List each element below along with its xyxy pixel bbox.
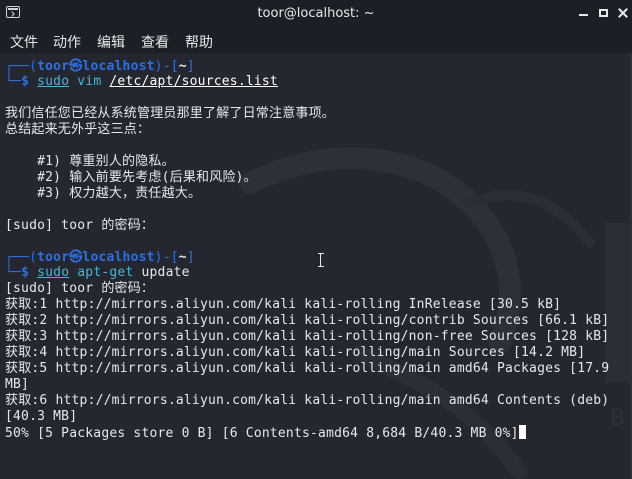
prompt-line-top: ┌──(toor㉿localhost)-[~] <box>5 59 195 75</box>
prompt-border: ] <box>186 59 195 74</box>
command-vim: vim <box>77 74 102 89</box>
output-line: 我们信任您已经从系统管理员那里了解了日常注意事项。 <box>5 106 336 121</box>
prompt-line-top: ┌──(toor㉿localhost)-[~] <box>5 250 195 266</box>
prompt-host: localhost <box>82 250 155 265</box>
output-line: MB] <box>5 377 30 392</box>
menu-help[interactable]: 帮助 <box>185 32 213 52</box>
prompt-border: )-[ <box>154 59 179 74</box>
menu-file[interactable]: 文件 <box>10 32 38 52</box>
terminal-window: toor@localhost: ~ 文件 动作 编辑 查看 帮助 B ┌──(t… <box>0 0 632 479</box>
prompt-at-icon: ㉿ <box>69 59 83 74</box>
terminal-output-area[interactable]: B ┌──(toor㉿localhost)-[~] └─$ sudo vim /… <box>0 53 632 479</box>
output-line: 获取:6 http://mirrors.aliyun.com/kali kali… <box>5 393 610 408</box>
password-prompt: [sudo] toor 的密码： <box>5 218 155 233</box>
command-sudo: sudo <box>37 265 70 280</box>
maximize-icon[interactable] <box>597 6 611 20</box>
minimize-icon[interactable] <box>577 6 591 20</box>
mouse-ibeam-cursor-icon <box>318 253 324 267</box>
output-line: #3) 权力越大，责任越大。 <box>5 186 202 201</box>
password-prompt: [sudo] toor 的密码： <box>5 281 155 296</box>
prompt-border: └─ <box>5 74 22 89</box>
output-line: 获取:2 http://mirrors.aliyun.com/kali kali… <box>5 313 610 328</box>
output-line: 获取:3 http://mirrors.aliyun.com/kali kali… <box>5 329 610 344</box>
close-icon[interactable] <box>616 6 630 20</box>
svg-text:B: B <box>610 406 625 431</box>
command-path: /etc/apt/sources.list <box>109 74 278 89</box>
prompt-border: ] <box>186 250 195 265</box>
output-line: 总结起来无外乎这三点： <box>5 122 151 137</box>
prompt-border: ┌──( <box>5 250 38 265</box>
prompt-user: toor <box>37 250 70 265</box>
command-apt-get: apt-get <box>77 265 134 280</box>
output-line: #2) 输入前要先考虑(后果和风险)。 <box>5 170 257 185</box>
prompt-at-icon: ㉿ <box>69 250 83 265</box>
command-line: └─$ sudo vim /etc/apt/sources.list <box>5 74 278 90</box>
prompt-border: └─ <box>5 265 22 280</box>
command-sudo: sudo <box>37 74 70 89</box>
output-line: #1) 尊重别人的隐私。 <box>5 154 175 169</box>
output-line: 获取:4 http://mirrors.aliyun.com/kali kali… <box>5 345 586 360</box>
prompt-dollar: $ <box>21 265 38 280</box>
command-line: └─$ sudo apt-get update <box>5 265 190 281</box>
output-line: 获取:5 http://mirrors.aliyun.com/kali kali… <box>5 361 610 376</box>
prompt-dollar: $ <box>21 74 38 89</box>
prompt-user: toor <box>37 59 70 74</box>
menu-edit[interactable]: 编辑 <box>97 32 125 52</box>
menu-view[interactable]: 查看 <box>141 32 169 52</box>
command-arg: update <box>141 265 190 280</box>
prompt-host: localhost <box>82 59 155 74</box>
menu-bar: 文件 动作 编辑 查看 帮助 <box>0 28 632 53</box>
output-line: [40.3 MB] <box>5 409 78 424</box>
output-line: 获取:1 http://mirrors.aliyun.com/kali kali… <box>5 297 562 312</box>
text-cursor <box>518 425 526 439</box>
prompt-cwd: ~ <box>178 250 187 265</box>
title-bar[interactable]: toor@localhost: ~ <box>0 0 632 28</box>
progress-line: 50% [5 Packages store 0 B] [6 Contents-a… <box>5 425 526 441</box>
prompt-border: ┌──( <box>5 59 38 74</box>
menu-actions[interactable]: 动作 <box>53 32 81 52</box>
prompt-cwd: ~ <box>178 59 187 74</box>
window-title: toor@localhost: ~ <box>257 6 375 21</box>
prompt-border: )-[ <box>154 250 179 265</box>
progress-text: 50% [5 Packages store 0 B] [6 Contents-a… <box>5 426 519 441</box>
